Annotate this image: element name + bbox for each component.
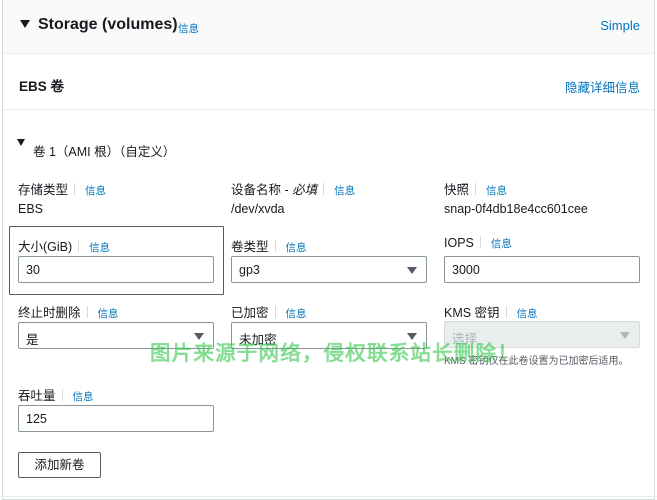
device-name-value: /dev/xvda xyxy=(231,202,285,216)
simple-mode-link[interactable]: Simple xyxy=(600,18,640,33)
throughput-info-link[interactable]: 信息 xyxy=(73,391,94,403)
volume-type-select[interactable]: gp3 xyxy=(231,256,427,283)
ebs-title: EBS 卷 xyxy=(19,79,65,94)
storage-type-info-link[interactable]: 信息 xyxy=(85,185,106,197)
add-volume-button[interactable]: 添加新卷 xyxy=(18,452,101,478)
device-name-info-link[interactable]: 信息 xyxy=(334,185,355,197)
throughput-input[interactable]: 125 xyxy=(18,405,214,432)
throughput-label: 吞吐量 信息 xyxy=(18,389,94,403)
dropdown-arrow-icon xyxy=(620,332,630,339)
storage-type-value: EBS xyxy=(18,202,44,216)
kms-key-hint: KMS 密钥仅在此卷设置为已加密后适用。 xyxy=(444,356,629,367)
volume-type-info-link[interactable]: 信息 xyxy=(286,242,307,254)
panel-title: Storage (volumes) xyxy=(38,16,178,33)
iops-info-link[interactable]: 信息 xyxy=(491,238,512,250)
kms-key-select[interactable]: 选择 xyxy=(444,321,640,348)
dropdown-arrow-icon xyxy=(407,333,417,340)
kms-key-label: KMS 密钥 信息 xyxy=(444,306,538,320)
delete-on-termination-label: 终止时删除 信息 xyxy=(18,306,119,320)
size-input[interactable]: 30 xyxy=(18,256,214,283)
snapshot-value: snap-0f4db18e4cc601cee xyxy=(444,202,588,216)
volume-expand-caret-icon[interactable] xyxy=(17,139,25,146)
snapshot-label: 快照 信息 xyxy=(444,183,508,197)
collapse-caret-icon[interactable] xyxy=(20,20,30,28)
kms-key-info-link[interactable]: 信息 xyxy=(517,308,538,320)
size-label: 大小(GiB) 信息 xyxy=(18,240,111,254)
iops-input[interactable]: 3000 xyxy=(444,256,640,283)
panel-info-link[interactable]: 信息 xyxy=(178,21,199,36)
size-info-link[interactable]: 信息 xyxy=(89,242,110,254)
volume-title: 卷 1（AMI 根）（自定义） xyxy=(33,145,176,159)
device-name-label: 设备名称 - 必填 信息 xyxy=(231,183,356,197)
dropdown-arrow-icon xyxy=(194,333,204,340)
snapshot-info-link[interactable]: 信息 xyxy=(486,185,507,197)
volume-type-label: 卷类型 信息 xyxy=(231,240,307,254)
iops-label: IOPS 信息 xyxy=(444,236,512,250)
encrypted-select[interactable]: 未加密 xyxy=(231,322,427,349)
encrypted-info-link[interactable]: 信息 xyxy=(286,308,307,320)
dropdown-arrow-icon xyxy=(407,267,417,274)
storage-type-label: 存储类型 信息 xyxy=(18,183,107,197)
hide-details-link[interactable]: 隐藏详细信息 xyxy=(565,77,640,96)
storage-panel-header: Storage (volumes) 信息 Simple xyxy=(3,0,654,54)
delete-on-termination-info-link[interactable]: 信息 xyxy=(98,308,119,320)
bottom-divider xyxy=(0,496,657,497)
delete-on-termination-select[interactable]: 是 xyxy=(18,322,214,349)
ebs-section-header: EBS 卷 隐藏详细信息 xyxy=(3,55,654,110)
encrypted-label: 已加密 信息 xyxy=(231,306,307,320)
